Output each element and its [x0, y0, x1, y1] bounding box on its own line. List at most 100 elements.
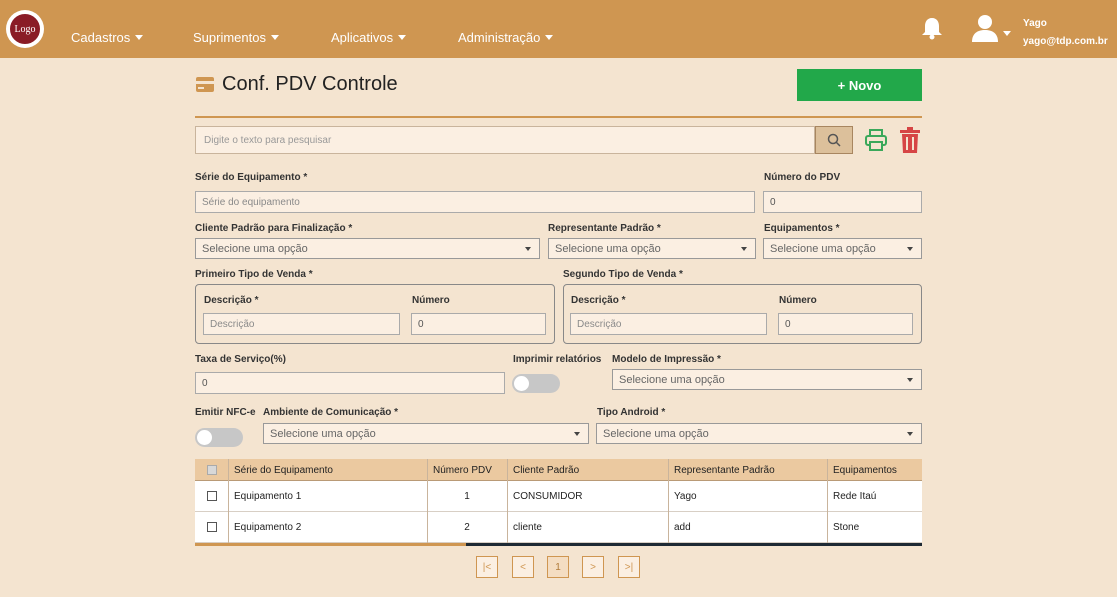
row-checkbox[interactable] [207, 522, 217, 532]
cliente-label: Cliente Padrão para Finalização * [195, 223, 353, 234]
numero-pdv-label: Número do PDV [764, 172, 841, 183]
column-divider [827, 459, 828, 543]
nav-aplicativos[interactable]: Aplicativos [331, 30, 407, 45]
cell-numero: 1 [464, 491, 470, 502]
chevron-down-icon [574, 432, 580, 436]
credit-card-icon [196, 77, 214, 92]
modelo-label: Modelo de Impressão * [612, 354, 721, 365]
prev-page-button[interactable]: < [512, 556, 534, 578]
ambiente-label: Ambiente de Comunicação * [263, 407, 399, 418]
table-row[interactable]: Equipamento 1 1 CONSUMIDOR Yago Rede Ita… [195, 481, 922, 512]
chevron-down-icon [135, 35, 144, 40]
toggle-knob [197, 430, 212, 445]
cell-representante: add [674, 522, 691, 533]
nav-suprimentos-label: Suprimentos [193, 30, 266, 45]
imprimir-toggle[interactable] [512, 374, 560, 393]
page-1-button[interactable]: 1 [547, 556, 569, 578]
equipamentos-label: Equipamentos * [764, 223, 840, 234]
bell-icon[interactable] [921, 16, 943, 40]
segundo-descricao-label: Descrição * [571, 295, 626, 306]
user-icon[interactable] [970, 14, 1000, 42]
segundo-numero-input[interactable]: 0 [778, 313, 913, 335]
nfce-toggle[interactable] [195, 428, 243, 447]
chevron-down-icon [907, 432, 913, 436]
equipamentos-select[interactable]: Selecione uma opção [763, 238, 922, 259]
printer-icon[interactable] [864, 128, 888, 152]
tipo-android-select[interactable]: Selecione uma opção [596, 423, 922, 444]
tipo-android-label: Tipo Android * [597, 407, 666, 418]
cliente-select-value: Selecione uma opção [202, 242, 308, 255]
search-icon [827, 133, 841, 147]
logo-text: Logo [9, 13, 41, 45]
chevron-down-icon [270, 35, 279, 40]
imprimir-label: Imprimir relatórios [513, 354, 602, 365]
ambiente-select[interactable]: Selecione uma opção [263, 423, 589, 444]
chevron-down-icon [907, 247, 913, 251]
cell-equipamentos: Rede Itaú [833, 491, 877, 502]
equipment-table: Série do Equipamento Número PDV Cliente … [195, 459, 922, 543]
representante-select[interactable]: Selecione uma opção [548, 238, 756, 259]
first-page-button[interactable]: |< [476, 556, 498, 578]
nav-cadastros[interactable]: Cadastros [71, 30, 144, 45]
scrollbar-thumb[interactable] [195, 543, 466, 546]
chevron-down-icon [398, 35, 407, 40]
last-page-button[interactable]: >| [618, 556, 640, 578]
cell-serie: Equipamento 2 [234, 522, 302, 533]
chevron-down-icon [545, 35, 554, 40]
primeiro-numero-label: Número [412, 295, 450, 306]
cell-numero: 2 [464, 522, 470, 533]
chevron-down-icon [525, 247, 531, 251]
nav-administracao-label: Administração [458, 30, 541, 45]
column-divider [427, 459, 428, 543]
new-button[interactable]: + Novo [797, 69, 922, 101]
nav-aplicativos-label: Aplicativos [331, 30, 394, 45]
tipo-android-select-value: Selecione uma opção [603, 427, 709, 440]
chevron-down-icon[interactable] [1003, 31, 1011, 36]
column-header-cliente[interactable]: Cliente Padrão [507, 459, 579, 481]
chevron-down-icon [907, 378, 913, 382]
logo[interactable]: Logo [6, 10, 44, 48]
trash-icon[interactable] [898, 127, 922, 153]
column-header-representante[interactable]: Representante Padrão [668, 459, 775, 481]
primeiro-tipo-legend: Primeiro Tipo de Venda * [195, 269, 313, 280]
search-input[interactable]: Digite o texto para pesquisar [195, 126, 815, 154]
primeiro-descricao-input[interactable]: Descrição [203, 313, 400, 335]
search-button[interactable] [815, 126, 853, 154]
primeiro-numero-input[interactable]: 0 [411, 313, 546, 335]
numero-pdv-input[interactable]: 0 [763, 191, 922, 213]
cliente-select[interactable]: Selecione uma opção [195, 238, 540, 259]
cell-representante: Yago [674, 491, 697, 502]
select-all-checkbox[interactable] [207, 465, 217, 475]
segundo-descricao-input[interactable]: Descrição [570, 313, 767, 335]
taxa-label: Taxa de Serviço(%) [195, 354, 286, 365]
cell-cliente: CONSUMIDOR [513, 491, 583, 502]
nav-administracao[interactable]: Administração [458, 30, 554, 45]
nav-suprimentos[interactable]: Suprimentos [193, 30, 279, 45]
top-navbar: Logo Cadastros Suprimentos Aplicativos A… [0, 0, 1117, 58]
table-row[interactable]: Equipamento 2 2 cliente add Stone [195, 512, 922, 543]
segundo-numero-label: Número [779, 295, 817, 306]
cell-serie: Equipamento 1 [234, 491, 302, 502]
column-header-equipamentos[interactable]: Equipamentos [827, 459, 897, 481]
chevron-down-icon [741, 247, 747, 251]
ambiente-select-value: Selecione uma opção [270, 427, 376, 440]
primeiro-descricao-label: Descrição * [204, 295, 259, 306]
serie-label: Série do Equipamento * [195, 172, 308, 183]
column-header-serie[interactable]: Série do Equipamento [228, 459, 333, 481]
modelo-select[interactable]: Selecione uma opção [612, 369, 922, 390]
column-divider [668, 459, 669, 543]
nfce-label: Emitir NFC-e [195, 407, 256, 418]
page-title: Conf. PDV Controle [222, 73, 398, 95]
serie-input[interactable]: Série do equipamento [195, 191, 755, 213]
column-header-numero[interactable]: Número PDV [427, 459, 492, 481]
next-page-button[interactable]: > [582, 556, 604, 578]
segundo-tipo-legend: Segundo Tipo de Venda * [563, 269, 683, 280]
header-divider [195, 116, 922, 118]
representante-label: Representante Padrão * [548, 223, 661, 234]
column-divider [228, 459, 229, 543]
toggle-knob [514, 376, 529, 391]
row-checkbox[interactable] [207, 491, 217, 501]
nav-cadastros-label: Cadastros [71, 30, 131, 45]
taxa-input[interactable]: 0 [195, 372, 505, 394]
column-divider [507, 459, 508, 543]
